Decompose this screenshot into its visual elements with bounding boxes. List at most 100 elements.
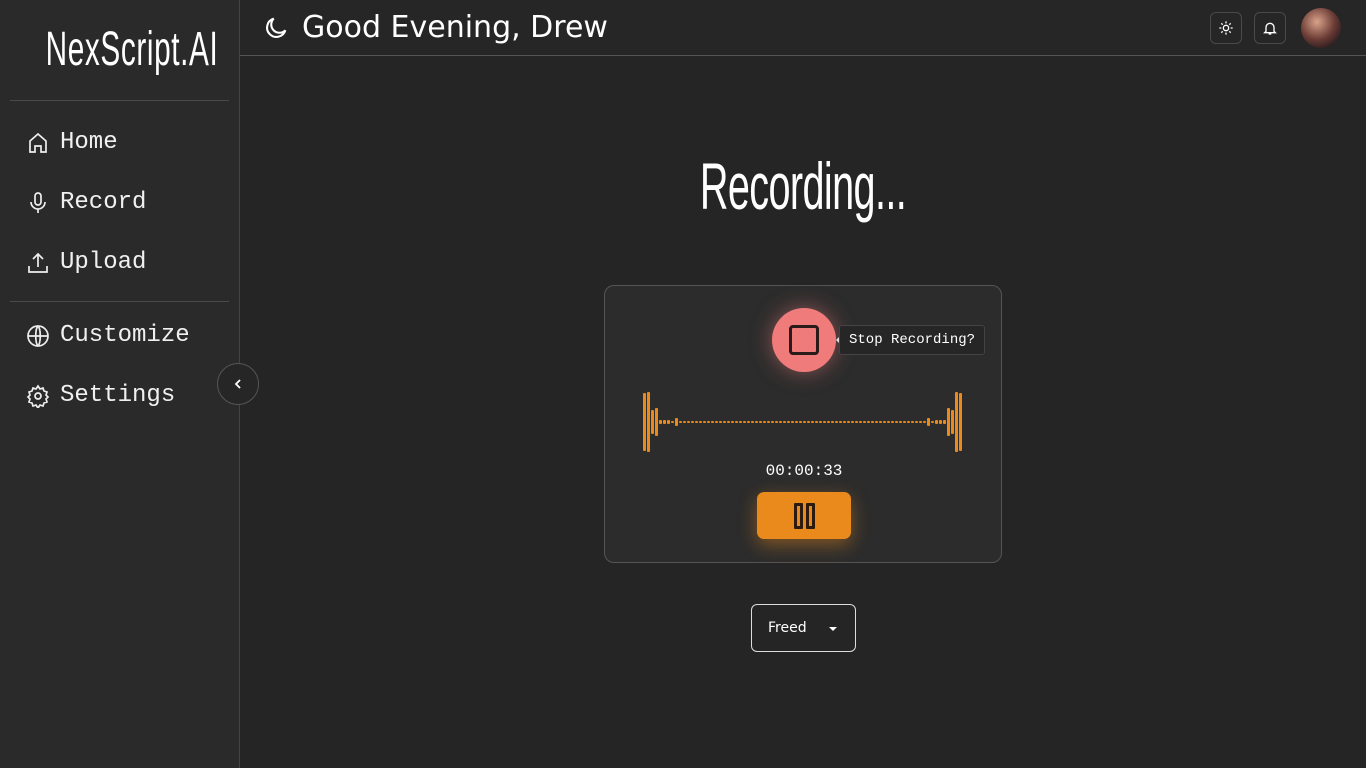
pause-icon [793, 502, 803, 529]
waveform-bar [699, 421, 702, 423]
stop-recording-button[interactable] [772, 308, 836, 372]
waveform-bar [951, 410, 954, 434]
waveform-bar [875, 421, 878, 423]
waveform-bar [851, 421, 854, 423]
divider [10, 100, 229, 101]
waveform-bar [771, 421, 774, 423]
waveform-bar [943, 420, 946, 424]
waveform-bar [931, 421, 934, 423]
waveform-bar [795, 421, 798, 423]
sidebar-item-record[interactable]: Record [26, 189, 146, 216]
waveform-bar [923, 421, 926, 423]
waveform-bar [751, 421, 754, 423]
sidebar-item-label: Settings [60, 382, 176, 409]
stop-tooltip: Stop Recording? [835, 325, 986, 355]
waveform-bar [763, 421, 766, 423]
waveform-bar [783, 421, 786, 423]
sidebar-item-home[interactable]: Home [26, 129, 118, 156]
waveform-bar [703, 421, 706, 423]
waveform-bar [759, 421, 762, 423]
waveform-bar [811, 421, 814, 423]
waveform-bar [675, 418, 678, 426]
waveform-bar [707, 421, 710, 423]
waveform-bar [723, 421, 726, 423]
header: Good Evening, Drew [240, 0, 1366, 56]
sidebar-item-customize[interactable]: Customize [26, 322, 190, 349]
waveform-bar [859, 421, 862, 423]
waveform-bar [807, 421, 810, 423]
bell-icon [1263, 22, 1277, 35]
recorder-card: Stop Recording? 00:00:33 [604, 285, 1002, 563]
waveform-bar [683, 421, 686, 423]
home-icon [29, 132, 47, 153]
collapse-sidebar-button[interactable] [217, 363, 259, 405]
waveform-bar [819, 421, 822, 423]
waveform-bar [815, 421, 818, 423]
waveform-bar [863, 421, 866, 423]
waveform-bar [711, 421, 714, 423]
waveform-bar [791, 421, 794, 423]
gear-icon [26, 383, 50, 408]
waveform-bar [679, 421, 682, 423]
waveform [643, 392, 962, 452]
waveform-bar [847, 421, 850, 423]
theme-toggle-button[interactable] [1210, 12, 1242, 44]
waveform-bar [907, 421, 910, 423]
waveform-bar [787, 421, 790, 423]
waveform-bar [903, 421, 906, 423]
sidebar-item-upload[interactable]: Upload [26, 249, 146, 276]
waveform-bar [799, 421, 802, 423]
voice-select[interactable]: Freed [751, 604, 856, 652]
waveform-bar [891, 421, 894, 423]
sidebar-item-label: Upload [60, 249, 147, 276]
waveform-bar [855, 421, 858, 423]
waveform-bar [835, 421, 838, 423]
sun-icon [1219, 21, 1233, 35]
sidebar: NexScript.AI Home Record Upload Customiz… [0, 0, 240, 768]
waveform-bar [719, 421, 722, 423]
globe-icon [27, 324, 49, 347]
waveform-bar [911, 421, 914, 423]
recording-timer: 00:00:33 [765, 462, 843, 480]
waveform-bar [775, 421, 778, 423]
waveform-bar [887, 421, 890, 423]
logo: NexScript.AI [45, 23, 219, 76]
waveform-bar [803, 421, 806, 423]
waveform-bar [915, 421, 918, 423]
waveform-bar [935, 420, 938, 424]
waveform-bar [747, 421, 750, 423]
pause-icon-bar [805, 502, 815, 529]
pause-button[interactable] [757, 492, 851, 539]
waveform-bar [659, 420, 662, 424]
waveform-bar [939, 420, 942, 424]
waveform-bar [839, 421, 842, 423]
waveform-bar [899, 421, 902, 423]
sidebar-item-settings[interactable]: Settings [26, 382, 175, 409]
waveform-bar [727, 421, 730, 423]
avatar[interactable] [1301, 8, 1341, 48]
upload-icon [28, 252, 48, 273]
waveform-bar [671, 421, 674, 423]
waveform-bar [739, 421, 742, 423]
waveform-bar [827, 421, 830, 423]
waveform-bar [647, 392, 650, 452]
waveform-bar [695, 421, 698, 423]
waveform-bar [823, 421, 826, 423]
waveform-bar [663, 420, 666, 424]
waveform-bar [655, 408, 658, 436]
waveform-bar [767, 421, 770, 423]
page-title: Recording... [699, 149, 907, 223]
waveform-bar [955, 392, 958, 452]
greeting: Good Evening, Drew [302, 10, 608, 45]
waveform-bar [735, 421, 738, 423]
waveform-bar [927, 418, 930, 426]
microphone-icon [30, 191, 46, 213]
notifications-button[interactable] [1254, 12, 1286, 44]
waveform-bar [691, 421, 694, 423]
moon-icon [266, 17, 287, 38]
waveform-bar [871, 421, 874, 423]
waveform-bar [743, 421, 746, 423]
waveform-bar [867, 421, 870, 423]
waveform-bar [843, 421, 846, 423]
waveform-bar [947, 408, 950, 436]
